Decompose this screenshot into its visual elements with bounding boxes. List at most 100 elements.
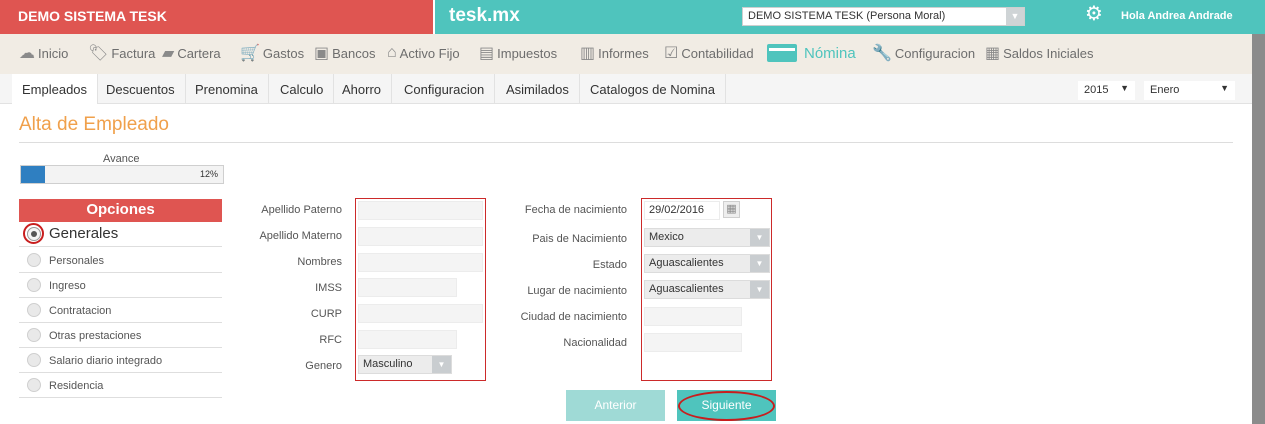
radio-icon[interactable]	[27, 328, 41, 342]
option-contratacion[interactable]: Contratacion	[19, 298, 222, 323]
nombres-label: Nombres	[297, 256, 342, 268]
nav-label: Impuestos	[497, 45, 558, 61]
nacionalidad-label: Nacionalidad	[563, 337, 627, 349]
curp-label: CURP	[310, 308, 342, 320]
rfc-field[interactable]	[358, 330, 457, 349]
calendar-icon[interactable]: ▦	[723, 201, 740, 218]
company-select[interactable]: DEMO SISTEMA TESK (Persona Moral) ▼	[742, 7, 1025, 26]
gear-icon[interactable]: ⚙	[1085, 4, 1105, 24]
nav-label: Nómina	[804, 44, 856, 62]
option-ingreso[interactable]: Ingreso	[19, 273, 222, 298]
nav-item-gastos[interactable]: 🛒 Gastos	[240, 42, 304, 64]
lugar-nacimiento-value: Aguascalientes	[649, 283, 724, 295]
house-icon: ⌂	[387, 44, 397, 61]
nav-item-contabilidad[interactable]: ☑ Contabilidad	[664, 42, 754, 64]
chevron-down-icon: ▼	[1120, 83, 1129, 93]
cart-icon: 🛒	[240, 45, 260, 62]
radio-icon[interactable]	[27, 303, 41, 317]
pais-nacimiento-select[interactable]: Mexico ▼	[644, 228, 770, 247]
main-nav: ☁ Inicio 🏷 Factura ▰ Cartera 🛒 Gastos ▣ Banco…	[0, 34, 1252, 74]
document-icon: ▥	[580, 45, 596, 62]
nav-item-bancos[interactable]: ▣ Bancos	[314, 42, 376, 64]
rfc-label: RFC	[319, 334, 342, 346]
tag-icon: 🏷	[88, 45, 109, 62]
option-salario-diario-integrado[interactable]: Salario diario integrado	[19, 348, 222, 373]
radio-icon[interactable]	[27, 253, 41, 267]
option-label: Ingreso	[49, 280, 86, 292]
lugar-nacimiento-label: Lugar de nacimiento	[527, 285, 627, 297]
header-teal-bar: tesk.mx DEMO SISTEMA TESK (Persona Moral…	[435, 0, 1265, 34]
tab-prenomina[interactable]: Prenomina	[185, 74, 269, 104]
nacionalidad-field[interactable]	[644, 333, 742, 352]
tab-ahorro[interactable]: Ahorro	[332, 74, 393, 104]
nav-item-activo-fijo[interactable]: ⌂ Activo Fijo	[387, 42, 460, 64]
pais-nacimiento-label: Pais de Nacimiento	[532, 233, 627, 245]
nav-label: Factura	[111, 45, 156, 61]
nombres-field[interactable]	[358, 253, 483, 272]
nav-item-nomina[interactable]: Nómina	[767, 42, 856, 64]
month-value: Enero	[1150, 84, 1180, 96]
chevron-down-icon: ▼	[432, 356, 451, 373]
option-residencia[interactable]: Residencia	[19, 373, 222, 398]
nav-item-factura[interactable]: 🏷 Factura	[88, 42, 155, 64]
option-label: Salario diario integrado	[49, 355, 163, 367]
radio-icon[interactable]	[27, 278, 41, 292]
safe-icon: ▣	[314, 45, 330, 62]
pais-nacimiento-value: Mexico	[649, 231, 684, 243]
option-label: Personales	[49, 255, 105, 267]
clipboard-check-icon: ▦	[985, 45, 1001, 62]
option-label: Generales	[49, 225, 119, 242]
genero-label: Genero	[305, 360, 342, 372]
option-label: Contratacion	[49, 305, 112, 317]
sub-nav: Empleados Descuentos Prenomina Calculo A…	[0, 74, 1252, 104]
nav-label: Saldos Iniciales	[1003, 45, 1094, 61]
apellido-paterno-field[interactable]	[358, 201, 483, 220]
radio-icon[interactable]	[27, 378, 41, 392]
genero-select[interactable]: Masculino ▼	[358, 355, 452, 374]
user-greeting[interactable]: Hola Andrea Andrade	[1121, 10, 1233, 22]
progress-bar: 12%	[20, 165, 224, 184]
nav-item-impuestos[interactable]: ▤ Impuestos	[479, 42, 557, 64]
month-select[interactable]: Enero ▼	[1144, 81, 1235, 100]
tab-empleados[interactable]: Empleados	[12, 74, 99, 104]
imss-field[interactable]	[358, 278, 457, 297]
option-generales[interactable]: Generales	[19, 222, 222, 247]
nav-item-saldos-iniciales[interactable]: ▦ Saldos Iniciales	[985, 42, 1093, 64]
page-title: Alta de Empleado	[19, 114, 169, 135]
divider	[19, 142, 1233, 143]
tab-asimilados[interactable]: Asimilados	[496, 74, 580, 104]
tab-catalogos-de-nomina[interactable]: Catalogos de Nomina	[580, 74, 727, 104]
ciudad-nacimiento-field[interactable]	[644, 307, 742, 326]
option-personales[interactable]: Personales	[19, 248, 222, 273]
curp-field[interactable]	[358, 304, 483, 323]
option-otras-prestaciones[interactable]: Otras prestaciones	[19, 323, 222, 348]
option-label: Otras prestaciones	[49, 330, 142, 342]
scrollbar[interactable]	[1252, 34, 1265, 424]
next-button[interactable]: Siguiente	[677, 390, 776, 421]
previous-button[interactable]: Anterior	[566, 390, 665, 421]
nav-item-informes[interactable]: ▥ Informes	[580, 42, 649, 64]
tab-descuentos[interactable]: Descuentos	[96, 74, 186, 104]
imss-label: IMSS	[315, 282, 342, 294]
nav-item-cartera[interactable]: ▰ Cartera	[162, 42, 221, 64]
chevron-down-icon: ▼	[1220, 83, 1229, 93]
ciudad-nacimiento-label: Ciudad de nacimiento	[520, 311, 627, 323]
nav-label: Contabilidad	[681, 45, 754, 61]
company-select-value: DEMO SISTEMA TESK (Persona Moral)	[748, 10, 946, 22]
year-select[interactable]: 2015 ▼	[1078, 81, 1135, 100]
checklist-icon: ☑	[664, 45, 679, 62]
nav-item-configuracion[interactable]: 🔧 Configuracion	[872, 42, 975, 64]
highlight-ring	[23, 223, 44, 244]
site-name[interactable]: tesk.mx	[449, 5, 520, 27]
fecha-nacimiento-label: Fecha de nacimiento	[524, 204, 627, 216]
fecha-nacimiento-field[interactable]: 29/02/2016	[644, 201, 720, 220]
radio-icon[interactable]	[27, 353, 41, 367]
tab-configuracion[interactable]: Configuracion	[394, 74, 496, 104]
estado-label: Estado	[592, 259, 627, 271]
estado-select[interactable]: Aguascalientes ▼	[644, 254, 770, 273]
nav-item-inicio[interactable]: ☁ Inicio	[19, 42, 68, 64]
wrench-icon: 🔧	[872, 45, 892, 62]
tab-calculo[interactable]: Calculo	[270, 74, 335, 104]
apellido-materno-field[interactable]	[358, 227, 483, 246]
lugar-nacimiento-select[interactable]: Aguascalientes ▼	[644, 280, 770, 299]
